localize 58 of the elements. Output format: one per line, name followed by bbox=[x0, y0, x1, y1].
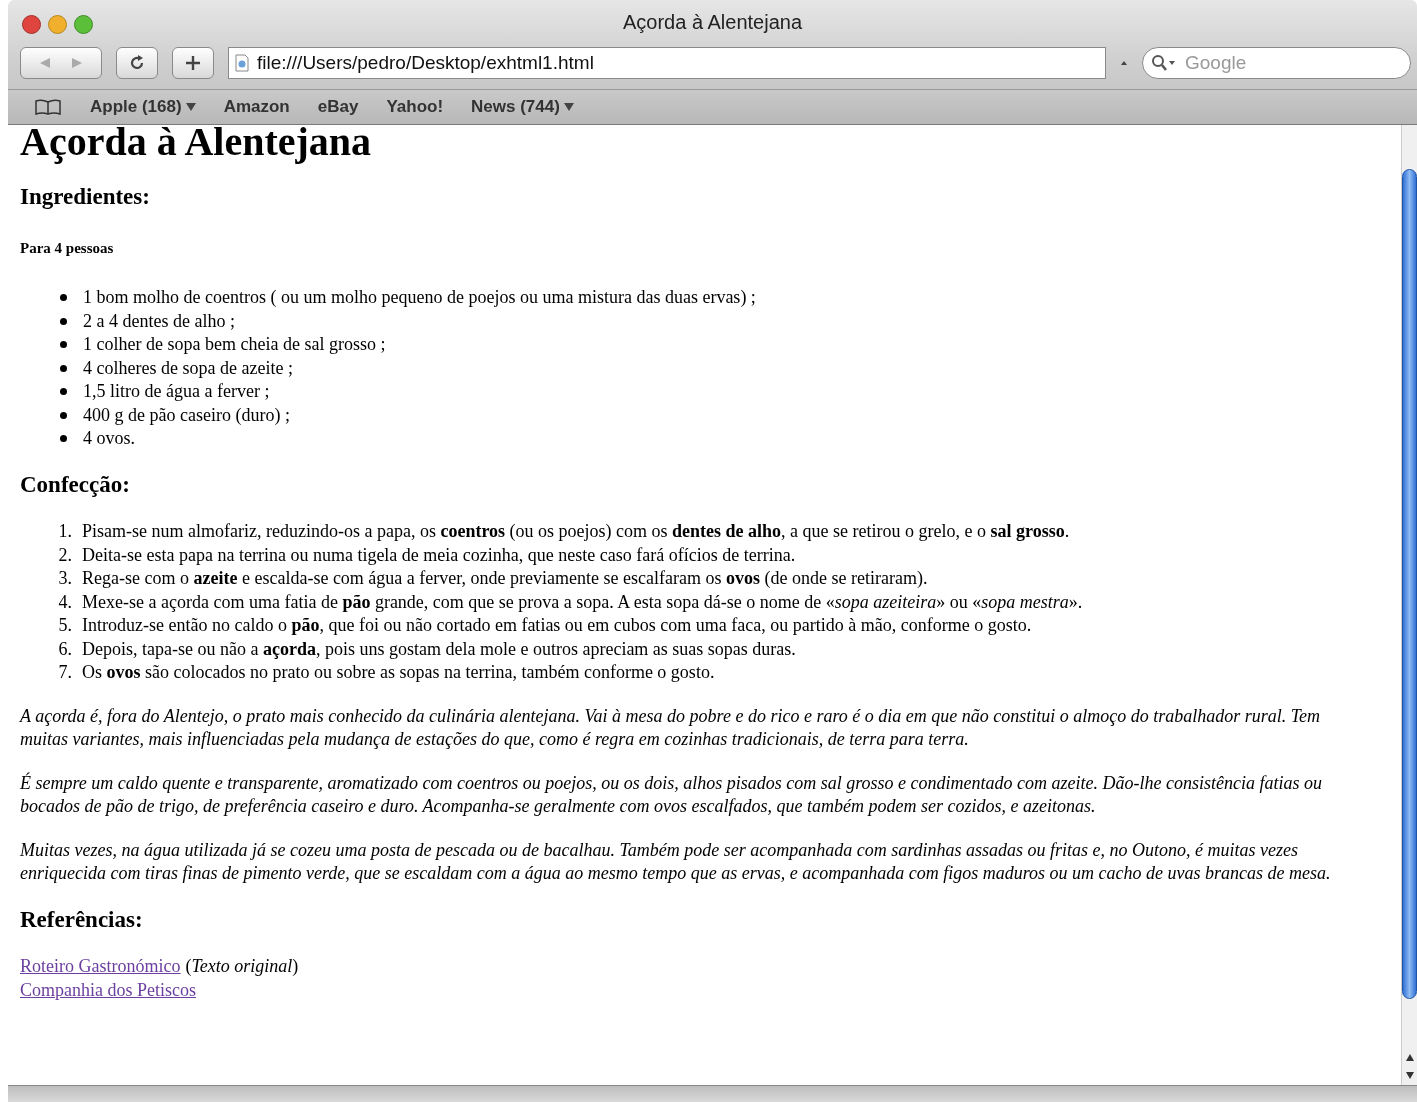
window-title: Açorda à Alentejana bbox=[623, 10, 802, 35]
bullet-icon bbox=[60, 435, 67, 443]
step-text: Rega-se com o azeite e escalda-se com água a ferver, onde previamente se escalfaram os ovos (de onde se retiraram). bbox=[82, 567, 928, 590]
bullet-icon bbox=[60, 388, 67, 396]
book-icon[interactable] bbox=[34, 98, 62, 117]
section-heading: Confecção: bbox=[20, 472, 131, 496]
reference-note: (Texto original) bbox=[185, 955, 299, 978]
bullet-icon bbox=[60, 411, 67, 419]
step-number: 4. bbox=[57, 590, 72, 614]
step-text: Os ovos são colocados no prato ou sobre as sopas na terrina, também conforme o gosto. bbox=[82, 661, 715, 684]
ingredient-text: 2 a 4 dentes de alho ; bbox=[83, 309, 235, 333]
step-text: Depois, tapa-se ou não a açorda, pois uns gostam dela mole e outros apreciam as suas sopas duras. bbox=[82, 637, 796, 661]
page-title: Açorda à Alentejana bbox=[20, 125, 372, 165]
bookmark-item[interactable]: Yahoo! bbox=[386, 94, 444, 120]
reference-link[interactable]: Roteiro Gastronómico bbox=[20, 955, 181, 979]
bullet-icon bbox=[60, 341, 67, 349]
reload-button[interactable] bbox=[116, 46, 158, 79]
step-text: Mexe-se a açorda com uma fatia de pão grande, com que se prova a sopa. A esta sopa dá-se o nome de «sopa azeiteira» ou «sopa mestra». bbox=[82, 590, 1083, 614]
step-text: Introduz-se então no caldo o pão, que foi ou não cortado em fatias ou em cubos com uma faca, ou partido à mão, conforme o gosto. bbox=[82, 614, 1032, 637]
section-heading: Referências: bbox=[20, 907, 144, 931]
reference-link[interactable]: Companhia dos Petiscos bbox=[20, 978, 196, 1002]
search-field[interactable]: Google bbox=[1142, 46, 1411, 79]
reload-icon bbox=[128, 53, 146, 72]
italic-paragraph: Muitas vezes, na água utilizada já se cozeu uma posta de pescada ou de bacalhau. Também pode ser acompanhada com sardinhas assadas ou fritas e, no Outono, é muitas vezes enriquecida com tiras finas de pimento verde, que se escaldam com a água ao mesmo tempo que as ervas, e acompanhada com figos maduros ou um cacho de uvas brancas de mesa. bbox=[20, 838, 1332, 885]
bullet-icon bbox=[60, 294, 67, 302]
ingredient-text: 4 ovos. bbox=[83, 427, 135, 450]
section-heading: Ingredientes: bbox=[20, 185, 151, 209]
step-text: Pisam-se num almofariz, reduzindo-os a papa, os coentros (ou os poejos) com os dentes de alho, a que se retirou o grelo, e o sal grosso. bbox=[82, 520, 1070, 543]
close-icon[interactable] bbox=[22, 15, 41, 34]
ingredient-text: 1 bom molho de coentros ( ou um molho pequeno de poejos ou uma mistura das duas ervas) ; bbox=[83, 286, 756, 309]
step-number: 5. bbox=[57, 614, 72, 637]
step-text: Deita-se esta papa na terrina ou numa tigela de meia cozinha, que neste caso fará ofícios de terrina. bbox=[82, 543, 796, 567]
step-number: 2. bbox=[57, 543, 72, 567]
step-number: 7. bbox=[57, 661, 72, 684]
bullet-icon bbox=[60, 364, 67, 372]
search-icon bbox=[1151, 53, 1177, 72]
bullet-icon bbox=[60, 317, 67, 325]
ingredient-text: 400 g de pão caseiro (duro) ; bbox=[83, 403, 290, 427]
add-bookmark-button[interactable] bbox=[172, 46, 214, 79]
scrollbar[interactable] bbox=[1401, 125, 1417, 1085]
plus-icon bbox=[184, 53, 202, 72]
page-icon bbox=[234, 53, 250, 72]
ingredient-text: 1 colher de sopa bem cheia de sal grosso ; bbox=[83, 333, 386, 356]
ingredient-text: 4 colheres de sopa de azeite ; bbox=[83, 356, 293, 380]
ingredient-text: 1,5 litro de água a ferver ; bbox=[83, 380, 270, 403]
bookmark-item[interactable]: Amazon bbox=[223, 94, 290, 120]
step-number: 6. bbox=[57, 637, 72, 661]
italic-paragraph: A açorda é, fora do Alentejo, o prato mais conhecido da culinária alentejana. Vai à mesa do pobre e do rico e raro é o dia em que não constitui o almoço do trabalhador rural. Tem muitas variantes, mais influenciadas pela mudança de estações do que, como é regra em cozinhas tradicionais, de terra para terra. bbox=[20, 704, 1322, 751]
italic-paragraph: É sempre um caldo quente e transparente, aromatizado com coentros ou poejos, ou os dois, alhos pisados com sal grosso e condimentado com azeite. Dão-lhe consistência fatias ou bocados de pão de trigo, de preferência caseiro e duro. Acompanha-se geralmente com ovos escalfados, que também podem ser cozidos, e azeitonas. bbox=[20, 771, 1324, 818]
bookmark-item[interactable]: Apple (168) bbox=[90, 94, 196, 120]
step-number: 3. bbox=[57, 567, 72, 590]
servings-text: Para 4 pessoas bbox=[20, 238, 115, 258]
zoom-icon[interactable] bbox=[74, 15, 93, 34]
address-field[interactable]: file:///Users/pedro/Desktop/exhtml1.html bbox=[228, 46, 1106, 79]
bookmark-item[interactable]: News (744) bbox=[471, 94, 574, 120]
scroll-thumb[interactable] bbox=[1402, 169, 1417, 999]
step-number: 1. bbox=[57, 520, 72, 543]
bookmark-item[interactable]: eBay bbox=[317, 94, 359, 120]
